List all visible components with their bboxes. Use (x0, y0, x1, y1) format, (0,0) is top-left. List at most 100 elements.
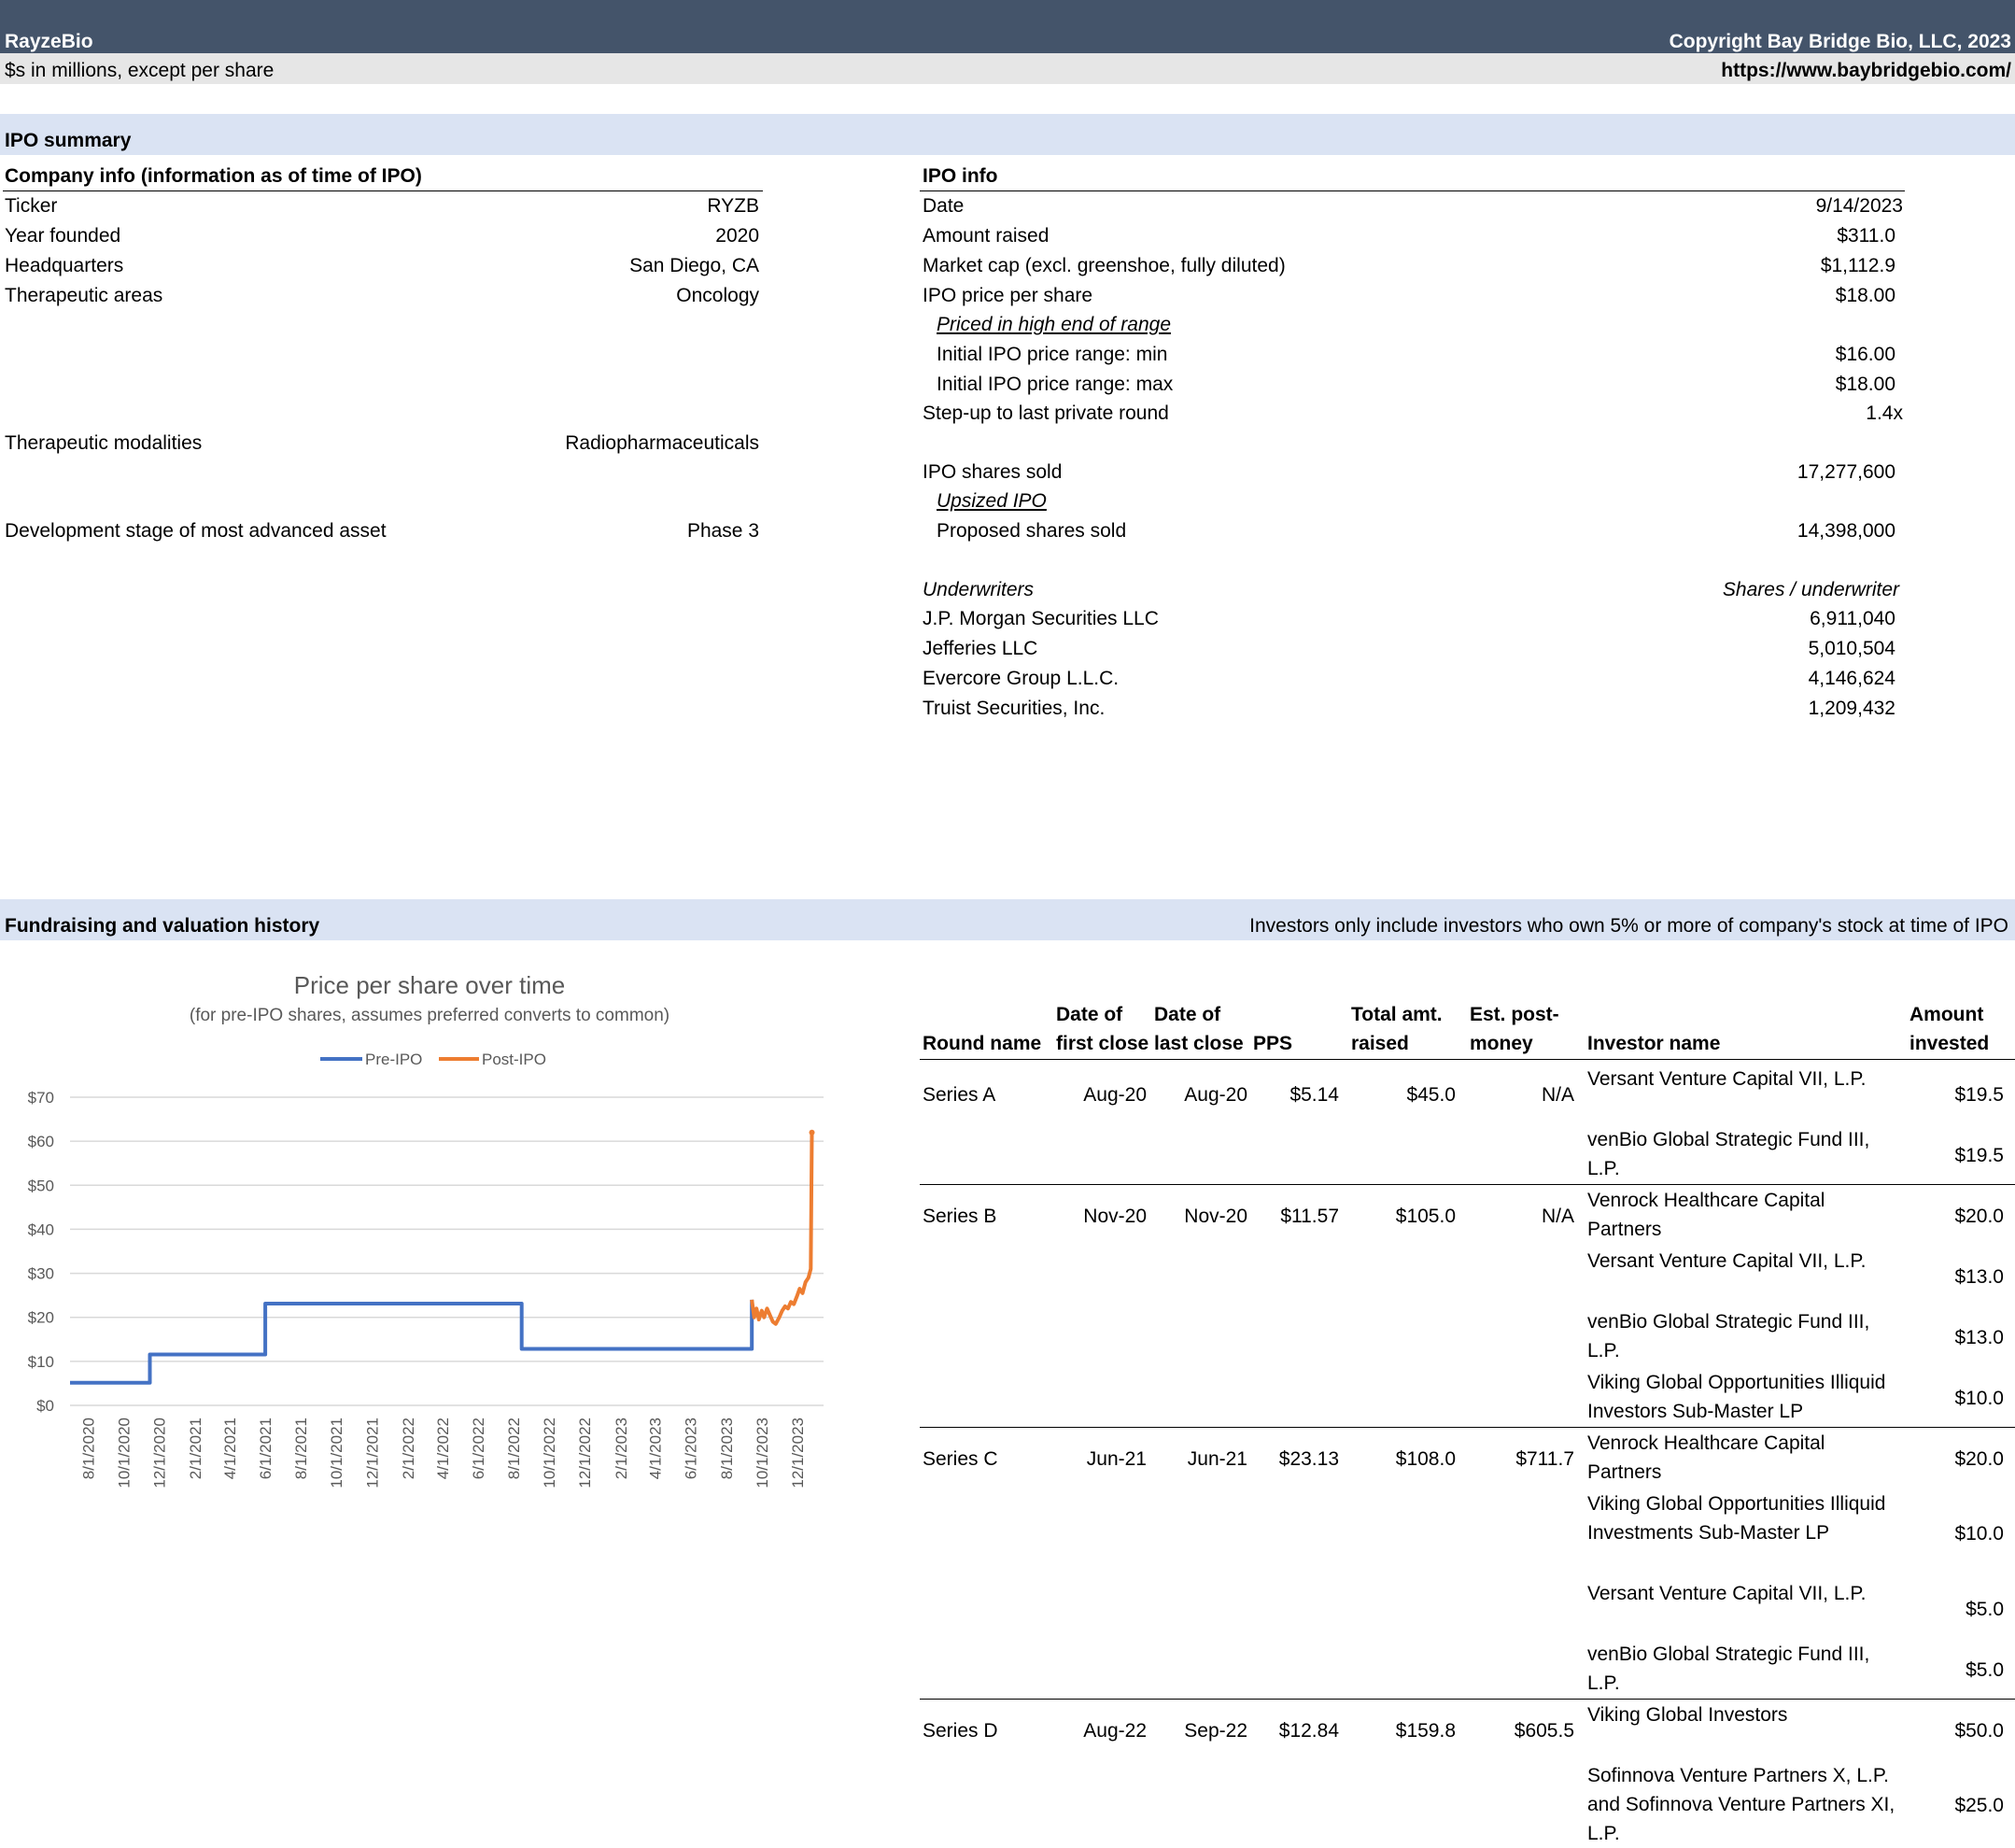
round-name: Series B (923, 1205, 997, 1227)
source-link[interactable]: https://www.baybridgebio.com/ (1721, 60, 2011, 82)
price-value: $18.00 (1835, 285, 1895, 306)
hq-value: San Diego, CA (629, 255, 759, 276)
stage-value: Phase 3 (686, 520, 759, 542)
underwriter-shares: 6,911,040 (1810, 608, 1895, 629)
x-tick-label: 10/1/2023 (754, 1418, 771, 1488)
upsized-note: Upsized IPO (937, 490, 1047, 512)
investor-amount: $5.0 (1966, 1598, 2004, 1620)
copyright: Copyright Bay Bridge Bio, LLC, 2023 (1669, 31, 2011, 52)
round-pps: $12.84 (1278, 1719, 1339, 1742)
date-value: 9/14/2023 (1815, 195, 1903, 217)
y-tick-label: $60 (28, 1133, 54, 1150)
col-last-close: last close (1154, 1033, 1244, 1054)
round-separator (920, 1184, 2015, 1185)
x-tick-label: 4/1/2023 (647, 1418, 665, 1479)
underwriter-name: Truist Securities, Inc. (923, 698, 1106, 719)
y-tick-label: $40 (28, 1220, 54, 1238)
investor-amount: $20.0 (1954, 1205, 2004, 1227)
round-pps: $5.14 (1289, 1083, 1339, 1106)
round-total-raised: $159.8 (1395, 1719, 1456, 1742)
investor-amount: $19.5 (1954, 1083, 2004, 1106)
investor-amount: $25.0 (1954, 1795, 2004, 1816)
investor-name: Versant Venture Capital VII, L.P. (1587, 1250, 1867, 1272)
founded-value: 2020 (715, 225, 759, 247)
investor-amount: $10.0 (1954, 1387, 2004, 1409)
x-tick-label: 8/1/2023 (718, 1418, 736, 1479)
col-first-close: first close (1056, 1033, 1149, 1054)
round-post-money: N/A (1541, 1083, 1574, 1106)
y-tick-label: $30 (28, 1265, 54, 1283)
investor-name: venBio Global Strategic Fund III, L.P. (1587, 1643, 1870, 1694)
shares-per-underwriter-label: Shares / underwriter (1722, 579, 1899, 600)
round-total-raised: $45.0 (1406, 1083, 1456, 1106)
investor-amount: $20.0 (1954, 1447, 2004, 1470)
max-label: Initial IPO price range: max (937, 374, 1174, 395)
x-tick-label: 6/1/2022 (470, 1418, 487, 1479)
ipo-summary-band (0, 114, 2015, 155)
y-tick-label: $0 (36, 1397, 54, 1415)
shares-label: IPO shares sold (923, 461, 1063, 483)
round-separator (920, 1427, 2015, 1428)
areas-value: Oncology (676, 285, 759, 306)
chart-subtitle: (for pre-IPO shares, assumes preferred c… (189, 1006, 670, 1025)
y-tick-label: $10 (28, 1353, 54, 1371)
round-name: Series A (923, 1083, 996, 1106)
ipo-info-title: IPO info (923, 165, 998, 187)
round-pps: $23.13 (1278, 1447, 1339, 1470)
investor-amount: $10.0 (1954, 1523, 2004, 1545)
investor-name: Viking Global Opportunities Illiquid Inv… (1587, 1372, 1886, 1422)
ipo-info-rule (920, 190, 1905, 191)
areas-label: Therapeutic areas (5, 285, 163, 306)
round-first-close: Nov-20 (1083, 1205, 1147, 1227)
fundraising-title: Fundraising and valuation history (5, 915, 320, 937)
x-tick-label: 12/1/2021 (363, 1418, 381, 1488)
x-tick-label: 10/1/2022 (541, 1418, 558, 1488)
price-chart: $0 $10 $20 $30 $40 $50 $60 $70 8/1/2020 10/1/2020… (28, 1051, 824, 1488)
col-total-raised: raised (1351, 1033, 1409, 1054)
proposed-label: Proposed shares sold (937, 520, 1127, 542)
founded-label: Year founded (5, 225, 121, 247)
priced-note: Priced in high end of range (937, 314, 1172, 335)
underwriter-name: Evercore Group L.L.C. (923, 668, 1120, 689)
round-post-money: $605.5 (1514, 1719, 1574, 1742)
units-note: $s in millions, except per share (5, 60, 275, 81)
min-value: $16.00 (1835, 344, 1895, 365)
investor-name: Sofinnova Venture Partners X, L.P. and S… (1587, 1765, 1895, 1844)
x-tick-label: 6/1/2021 (257, 1418, 275, 1479)
round-last-close: Nov-20 (1184, 1205, 1247, 1227)
modalities-label: Therapeutic modalities (5, 432, 203, 454)
round-separator (920, 1699, 2015, 1700)
round-post-money: $711.7 (1515, 1447, 1574, 1470)
col-investor-name: Investor name (1587, 1033, 1721, 1054)
min-label: Initial IPO price range: min (937, 344, 1168, 365)
round-first-close: Aug-22 (1083, 1719, 1147, 1742)
col-post-money: money (1470, 1033, 1533, 1054)
amount-label: Amount raised (923, 225, 1050, 247)
chart-title: Price per share over time (293, 971, 566, 999)
col-amount-invested: invested (1909, 1033, 1990, 1054)
series-line-pre-ipo (70, 1299, 754, 1385)
chart-legend: Pre-IPO Post-IPO (320, 1051, 546, 1068)
investor-name: Viking Global Opportunities Illiquid Inv… (1587, 1493, 1886, 1544)
investor-name: Versant Venture Capital VII, L.P. (1587, 1068, 1867, 1090)
x-tick-label: 8/1/2020 (79, 1418, 97, 1479)
ticker-value: RYZB (707, 195, 759, 217)
ticker-label: Ticker (5, 195, 58, 217)
col-amount-invested: Amount (1909, 1004, 1984, 1025)
round-last-close: Sep-22 (1184, 1719, 1247, 1742)
round-last-close: Jun-21 (1187, 1447, 1247, 1470)
mcap-label: Market cap (excl. greenshoe, fully dilut… (923, 255, 1286, 276)
x-tick-label: 10/1/2020 (115, 1418, 133, 1488)
legend-label-pre-ipo: Pre-IPO (365, 1051, 422, 1068)
max-value: $18.00 (1835, 374, 1895, 395)
y-tick-label: $20 (28, 1309, 54, 1327)
proposed-value: 14,398,000 (1797, 520, 1895, 542)
underwriter-shares: 1,209,432 (1808, 698, 1895, 719)
round-first-close: Jun-21 (1086, 1447, 1147, 1470)
x-tick-label: 4/1/2021 (221, 1418, 239, 1479)
underwriters-label: Underwriters (923, 579, 1035, 600)
round-total-raised: $105.0 (1395, 1205, 1456, 1227)
investor-name: Venrock Healthcare Capital Partners (1587, 1432, 1825, 1483)
x-tick-label: 2/1/2023 (613, 1418, 630, 1479)
x-tick-label: 4/1/2022 (434, 1418, 452, 1479)
